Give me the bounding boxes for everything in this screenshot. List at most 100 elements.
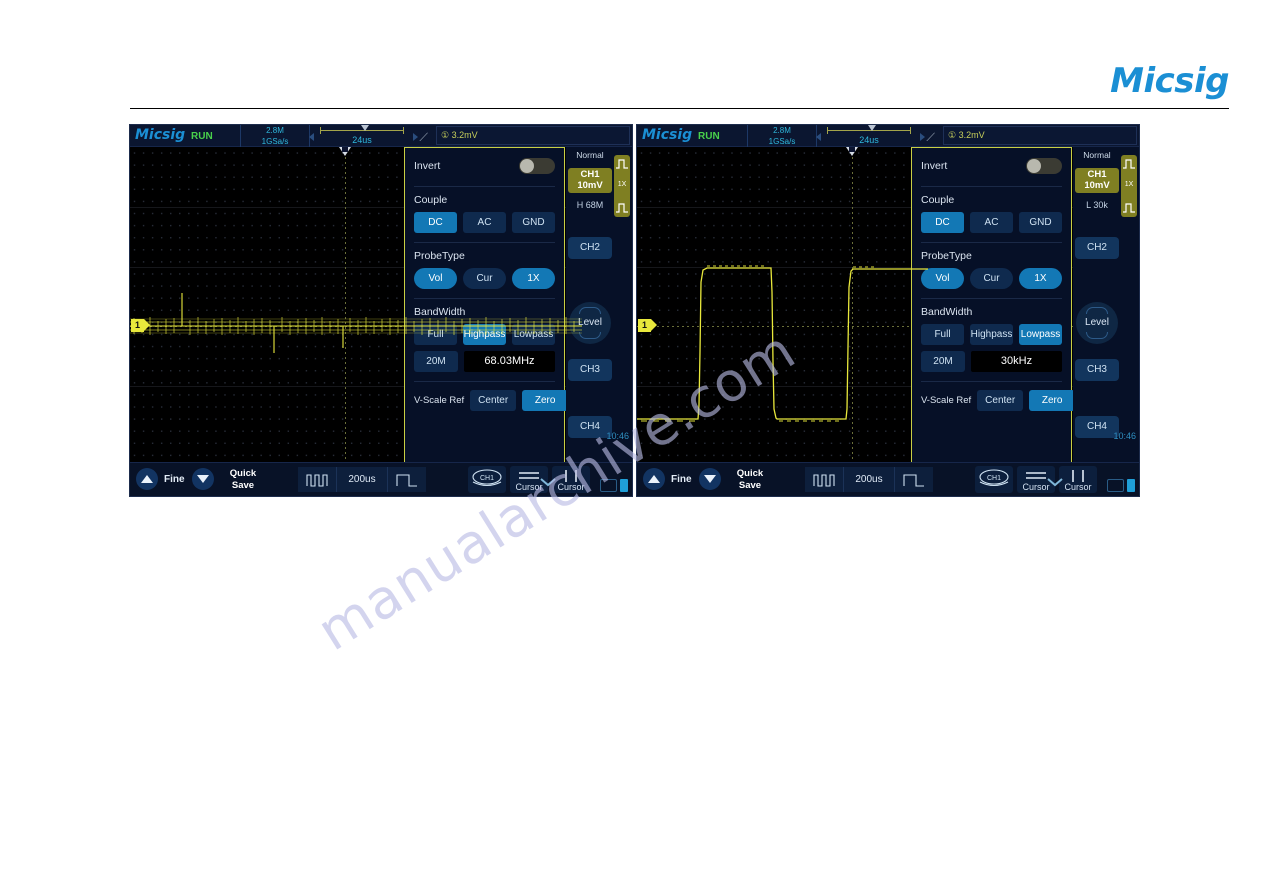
knob-arc-bottom [579, 332, 601, 339]
svg-text:CH1: CH1 [480, 475, 494, 482]
fine-label[interactable]: Fine [671, 474, 692, 485]
probe-ratio-label: 1X [617, 181, 627, 188]
channel-1-waveform [637, 265, 928, 422]
memory-depth: 2.8M [773, 126, 791, 135]
battery-icon [1127, 479, 1135, 492]
trigger-readout[interactable]: ① 3.2mV [943, 126, 1137, 145]
run-state[interactable]: RUN [698, 131, 720, 142]
triangle-up-icon [648, 475, 660, 483]
timebase-zoom-out-button[interactable] [805, 467, 844, 492]
probe-ratio-label: 1X [1124, 181, 1134, 188]
bottom-toolbar: Fine Quick Save 200us CH1 Cursor Cursor [130, 462, 632, 496]
channel-1-ground-marker[interactable]: 1 [131, 319, 150, 332]
trigger-source-label: ① [441, 130, 450, 140]
channel-chip-button[interactable]: CH1 [975, 466, 1013, 493]
timebase-group: 200us [805, 467, 933, 492]
header-divider [130, 108, 1229, 109]
timebase-window: 24us [352, 135, 372, 145]
status-icons [600, 479, 628, 492]
memory-track-end [403, 127, 404, 134]
trigger-slope-icon[interactable]: ∕ [421, 130, 428, 144]
bottom-toolbar: Fine Quick Save 200us CH1 Cursor Cursor [637, 462, 1139, 496]
toolbar-right-group: CH1 Cursor Cursor [468, 466, 590, 493]
triangle-down-icon [704, 475, 716, 483]
status-bar: Micsig RUN 2.8M 1GSa/s 24us ∕ ① 3.2mV [637, 125, 1139, 147]
trigger-pointer-icon[interactable] [846, 147, 858, 156]
memory-position-bar[interactable]: 24us [314, 125, 410, 146]
scale-down-button[interactable] [192, 468, 214, 490]
channel-1-waveform [130, 293, 582, 353]
trigger-level-value: 3.2mV [958, 130, 985, 140]
timebase-window: 24us [859, 135, 879, 145]
trigger-readout[interactable]: ① 3.2mV [436, 126, 630, 145]
timebase-group: 200us [298, 467, 426, 492]
waveform-grid[interactable]: 1 [130, 147, 582, 465]
memory-sample-block[interactable]: 2.8M 1GSa/s [240, 125, 310, 147]
run-state[interactable]: RUN [191, 131, 213, 142]
battery-icon [620, 479, 628, 492]
timebase-zoom-in-button[interactable] [895, 467, 933, 492]
usb-icon [1107, 479, 1124, 492]
channel-chip-button[interactable]: CH1 [468, 466, 506, 493]
timebase-value[interactable]: 200us [337, 467, 388, 492]
memory-depth: 2.8M [266, 126, 284, 135]
trigger-source-label: ① [948, 130, 957, 140]
trigger-position-marker-icon [868, 125, 876, 131]
scope-logo: Micsig [642, 127, 693, 143]
scale-up-button[interactable] [643, 468, 665, 490]
quick-save-button[interactable]: Quick Save [222, 466, 264, 493]
single-pulse-icon [396, 473, 417, 487]
status-icons [1107, 479, 1135, 492]
expand-menu-button[interactable] [534, 467, 562, 495]
memory-track-start [827, 127, 828, 134]
page-brand-logo: Micsig [1110, 61, 1229, 101]
fine-label[interactable]: Fine [164, 474, 185, 485]
timebase-value[interactable]: 200us [844, 467, 895, 492]
knob-arc-top [579, 307, 601, 314]
knob-arc-bottom [1086, 332, 1108, 339]
probe-ratio-column[interactable]: 1X [614, 155, 630, 217]
memory-sample-block[interactable]: 2.8M 1GSa/s [747, 125, 817, 147]
oscilloscope-screenshot-right: Micsig RUN 2.8M 1GSa/s 24us ∕ ① 3.2mV 1 [636, 124, 1140, 497]
trigger-pointer-icon[interactable] [339, 147, 351, 156]
quick-save-line1: Quick [229, 468, 257, 479]
trigger-slope-icon[interactable]: ∕ [928, 130, 935, 144]
system-clock: 10:46 [606, 431, 629, 441]
toolbar-right-group: CH1 Cursor Cursor [975, 466, 1097, 493]
chevron-down-icon [1047, 478, 1063, 487]
scroll-right-arrow-icon[interactable] [413, 133, 418, 141]
multi-pulse-icon [813, 473, 835, 487]
quick-save-line2: Save [231, 480, 255, 491]
timebase-zoom-out-button[interactable] [298, 467, 337, 492]
vertical-cursor-icon [565, 470, 577, 482]
memory-track-start [320, 127, 321, 134]
probe-ratio-column[interactable]: 1X [1121, 155, 1137, 217]
scale-down-button[interactable] [699, 468, 721, 490]
channel-1-ground-marker[interactable]: 1 [638, 319, 657, 332]
pulse-up-icon [616, 159, 628, 169]
memory-track-end [910, 127, 911, 134]
svg-text:CH1: CH1 [987, 475, 1001, 482]
memory-position-bar[interactable]: 24us [821, 125, 917, 146]
pulse-down-icon [616, 203, 628, 213]
expand-menu-button[interactable] [1041, 467, 1069, 495]
quick-save-button[interactable]: Quick Save [729, 466, 771, 493]
scale-up-button[interactable] [136, 468, 158, 490]
timebase-zoom-in-button[interactable] [388, 467, 426, 492]
vertical-cursor-icon [1072, 470, 1084, 482]
knob-arc-top [1086, 307, 1108, 314]
scroll-right-arrow-icon[interactable] [920, 133, 925, 141]
scope-logo: Micsig [135, 127, 186, 143]
chevron-down-icon [540, 478, 556, 487]
channel-chip-icon: CH1 [472, 469, 502, 487]
system-clock: 10:46 [1113, 431, 1136, 441]
pulse-down-icon [1123, 203, 1135, 213]
quick-save-line1: Quick [736, 468, 764, 479]
triangle-up-icon [141, 475, 153, 483]
oscilloscope-screenshot-left: Micsig RUN 2.8M 1GSa/s 24us ∕ ① 3.2mV 1 [129, 124, 633, 497]
pulse-up-icon [1123, 159, 1135, 169]
waveform-grid[interactable]: 1 [637, 147, 1089, 465]
quick-save-line2: Save [738, 480, 762, 491]
sample-rate: 1GSa/s [768, 137, 796, 146]
usb-icon [600, 479, 617, 492]
